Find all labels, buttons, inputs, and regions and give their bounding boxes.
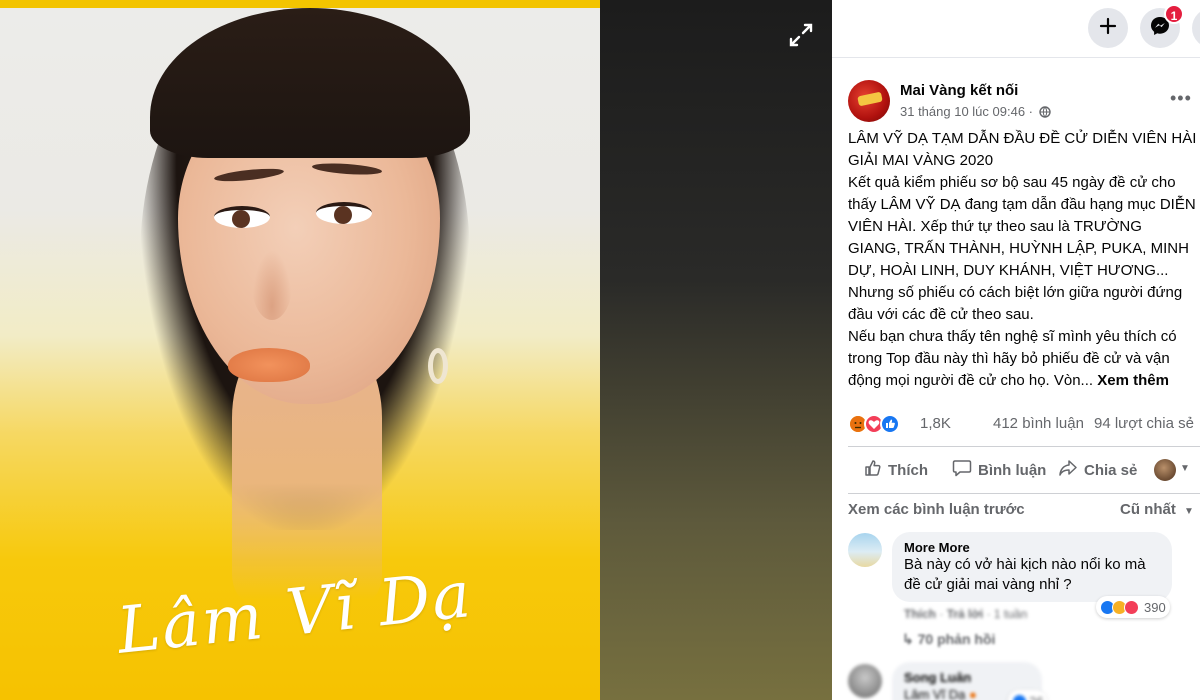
view-previous-comments-link[interactable]: Xem các bình luận trước (848, 501, 1025, 518)
comment-count[interactable]: 412 bình luận (993, 415, 1084, 432)
share-icon (1058, 459, 1078, 481)
comment-reply-link[interactable]: Trả lời (947, 607, 984, 621)
viewer-background (600, 0, 832, 700)
page-name-link[interactable]: Mai Vàng kết nối (900, 82, 1018, 99)
thumbs-up-icon (864, 459, 882, 481)
page-avatar[interactable] (848, 80, 890, 122)
comment-reaction-count: 390 (1144, 599, 1166, 615)
photo-lips (228, 348, 310, 382)
like-reaction-icon (880, 414, 900, 434)
create-button[interactable] (1088, 8, 1128, 48)
post-paragraph: LÂM VỸ DẠ TẠM DẪN ĐẦU ĐỀ CỬ DIỄN VIÊN HÀ… (848, 130, 1197, 169)
like-button[interactable]: Thích (864, 459, 928, 481)
react-as-avatar[interactable] (1154, 459, 1176, 481)
comment-label: Bình luận (978, 461, 1047, 479)
post-header: Mai Vàng kết nối 31 tháng 10 lúc 09:46 ·… (848, 78, 1200, 122)
post-text: LÂM VỸ DẠ TẠM DẪN ĐẦU ĐỀ CỬ DIỄN VIÊN HÀ… (848, 128, 1198, 392)
account-button[interactable] (1192, 8, 1200, 48)
messenger-button[interactable]: 1 (1140, 4, 1184, 48)
post-paragraph: Nếu bạn chưa thấy tên nghệ sĩ mình yêu t… (848, 326, 1198, 392)
post-actions: Thích Bình luận Chia sẻ ▼ (848, 446, 1200, 494)
comment-reaction-count: 26 (1029, 694, 1043, 700)
photo-eye-left (214, 206, 270, 228)
chevron-down-icon: ▼ (1184, 506, 1194, 517)
comment-author-avatar[interactable] (848, 664, 882, 698)
post-options-icon[interactable]: ••• (1170, 88, 1192, 109)
view-replies-link[interactable]: ↳ 70 phản hồi (902, 631, 995, 648)
comment-author-avatar[interactable] (848, 533, 882, 567)
reaction-icons[interactable] (848, 414, 912, 436)
post-photo[interactable]: Lâm Vĩ Dạ (0, 0, 600, 700)
reaction-count[interactable]: 1,8K (920, 415, 951, 432)
comment-text: Lâm Vĩ Dạ (904, 687, 966, 700)
share-count[interactable]: 94 lượt chia sẻ (1094, 415, 1194, 432)
comment-text-line: Bà này có vở hài kịch nào nổi ko mà (904, 556, 1146, 573)
share-button[interactable]: Chia sẻ (1058, 459, 1137, 481)
comment-sort-dropdown[interactable]: Cũ nhất ▼ (1120, 501, 1194, 518)
comment-like-link[interactable]: Thích (904, 607, 936, 621)
comment-sort-label: Cũ nhất (1120, 501, 1176, 518)
post-timestamp[interactable]: 31 tháng 10 lúc 09:46 · (900, 104, 1051, 121)
comment-icon (952, 459, 972, 481)
see-more-link[interactable]: Xem thêm (1097, 372, 1169, 389)
top-navigation: 1 (832, 0, 1200, 58)
plus-icon (1098, 16, 1118, 41)
comment-reactions[interactable]: 390 (1096, 596, 1170, 618)
photo-top-bar (0, 0, 600, 8)
photo-eye-right (316, 202, 372, 224)
expand-icon[interactable] (786, 20, 816, 50)
comment-author-name[interactable]: Song Luân (904, 670, 1030, 685)
share-label: Chia sẻ (1084, 461, 1138, 479)
comment-button[interactable]: Bình luận (952, 459, 1046, 481)
photo-earring (428, 348, 448, 384)
comment-time[interactable]: · 1 tuần (987, 607, 1028, 621)
photo-hair-top (150, 8, 470, 158)
post-stats: 1,8K 412 bình luận 94 lượt chia sẻ (848, 412, 1200, 436)
comment-bubble: More More Bà này có vở hài kịch nào nổi … (892, 532, 1172, 602)
messenger-badge: 1 (1164, 4, 1184, 24)
fire-emoji-icon: ● (969, 687, 977, 700)
globe-icon (1038, 106, 1051, 121)
photo-signature-text: Lâm Vĩ Dạ (113, 557, 476, 669)
timestamp-text[interactable]: 31 tháng 10 lúc 09:46 · (900, 104, 1033, 119)
post-paragraph: Nhưng số phiếu có cách biệt lớn giữa ngư… (848, 284, 1183, 323)
comment-reactions[interactable]: 26 (1008, 690, 1048, 700)
comment-author-name[interactable]: More More (904, 540, 1160, 555)
separator: · (939, 607, 947, 621)
comment-text-line: đề cử giải mai vàng nhỉ ? (904, 576, 1072, 593)
comment-meta: Thích · Trả lời · 1 tuần (904, 607, 1027, 621)
love-mini-icon (1124, 599, 1139, 615)
photo-nose (252, 250, 292, 320)
post-side-panel: 1 Mai Vàng kết nối 31 tháng 10 lúc 09:46… (832, 0, 1200, 700)
like-label: Thích (888, 461, 928, 479)
caret-down-icon[interactable]: ▼ (1180, 463, 1190, 474)
post-paragraph: Kết quả kiểm phiếu sơ bộ sau 45 ngày đề … (848, 174, 1196, 279)
like-mini-icon (1012, 693, 1027, 700)
